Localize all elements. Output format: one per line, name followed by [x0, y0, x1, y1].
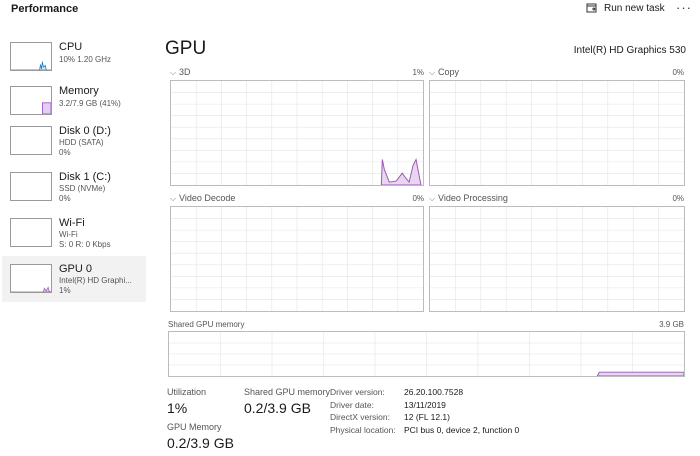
driver-date-label: Driver date:	[330, 400, 374, 410]
shared-memory-usage-area	[596, 371, 684, 376]
utilization-value: 1%	[167, 400, 188, 416]
gpu-memory-value: 0.2/3.9 GB	[167, 435, 234, 451]
driver-date-value: 13/11/2019	[404, 400, 446, 410]
sidebar-item-disk-1[interactable]: Disk 1 (C:) SSD (NVMe) 0%	[2, 164, 146, 210]
shared-memory-graph-max: 3.9 GB	[659, 320, 684, 329]
engine-graph-3d	[170, 80, 424, 186]
engine-percent: 0%	[672, 194, 684, 203]
directx-version-value: 12 (FL 12.1)	[404, 412, 450, 422]
run-new-task-label: Run new task	[604, 2, 665, 14]
disk-1-thumbnail-graph	[10, 172, 52, 201]
graph-gridlines	[171, 207, 423, 311]
engine-selector-video-decode[interactable]: ⌵ Video Decode	[170, 193, 235, 204]
graph-gridlines	[430, 207, 684, 311]
driver-version-value: 26.20.100.7528	[404, 387, 464, 397]
sidebar-item-usage: 0%	[59, 148, 71, 157]
disk-0-thumbnail-graph	[10, 126, 52, 155]
engine-label: 3D	[179, 67, 191, 77]
sidebar-item-throughput: S: 0 R: 0 Kbps	[59, 240, 111, 249]
page-title: GPU	[165, 38, 207, 59]
engine-label: Video Processing	[438, 193, 508, 203]
engine-percent: 0%	[412, 194, 424, 203]
utilization-label: Utilization	[167, 387, 207, 397]
title-bar: Performance Run new task ···	[0, 0, 700, 26]
engine-graph-video-decode	[170, 206, 424, 312]
gpu-0-thumbnail-graph	[10, 264, 52, 293]
engine-percent: 1%	[412, 68, 424, 77]
sidebar-item-label: Disk 1 (C:)	[59, 171, 111, 183]
sidebar-item-detail: Wi-Fi	[59, 230, 78, 239]
sidebar-item-gpu-0[interactable]: GPU 0 Intel(R) HD Graphi... 1%	[2, 256, 146, 302]
sidebar-item-detail: SSD (NVMe)	[59, 184, 106, 193]
sidebar-item-label: Wi-Fi	[59, 217, 85, 229]
engine-selector-copy[interactable]: ⌵ Copy	[429, 67, 459, 78]
sidebar-item-usage: 0%	[59, 194, 71, 203]
sidebar-item-label: CPU	[59, 41, 83, 53]
shared-memory-value: 0.2/3.9 GB	[244, 400, 311, 416]
engine-3d-usage-area	[380, 157, 422, 185]
sidebar-item-detail: 10% 1.20 GHz	[59, 55, 112, 64]
graph-gridlines	[430, 81, 684, 185]
graph-gridlines	[169, 332, 684, 376]
gpu-adapter-name: Intel(R) HD Graphics 530	[573, 45, 686, 56]
engine-label: Video Decode	[179, 193, 236, 203]
run-task-icon	[586, 3, 597, 13]
cpu-thumbnail-graph	[10, 42, 52, 71]
shared-memory-graph-label: Shared GPU memory	[168, 320, 245, 329]
sidebar-item-detail: Intel(R) HD Graphi...	[59, 276, 132, 285]
sidebar-item-usage: 1%	[59, 286, 71, 295]
engine-graph-video-processing	[429, 206, 685, 312]
sidebar-item-detail: 3.2/7.9 GB (41%)	[59, 99, 121, 108]
physical-location-value: PCI bus 0, device 2, function 0	[404, 425, 520, 435]
graph-gridlines	[171, 81, 423, 185]
wifi-thumbnail-graph	[10, 218, 52, 247]
driver-version-label: Driver version:	[330, 387, 385, 397]
shared-memory-graph	[168, 331, 685, 377]
chevron-down-icon: ⌵	[170, 68, 177, 77]
memory-thumbnail-graph	[10, 86, 52, 115]
engine-label: Copy	[438, 67, 460, 77]
engine-percent: 0%	[672, 68, 684, 77]
sidebar-item-wifi[interactable]: Wi-Fi Wi-Fi S: 0 R: 0 Kbps	[2, 210, 146, 256]
run-new-task-button[interactable]: Run new task	[586, 2, 665, 14]
sidebar-item-cpu[interactable]: CPU 10% 1.20 GHz	[2, 34, 146, 80]
directx-version-label: DirectX version:	[330, 412, 390, 422]
sidebar-item-detail: HDD (SATA)	[59, 138, 104, 147]
chevron-down-icon: ⌵	[429, 194, 436, 203]
chevron-down-icon: ⌵	[170, 194, 177, 203]
shared-memory-label: Shared GPU memory	[244, 387, 331, 397]
sidebar-item-label: Memory	[59, 85, 99, 97]
sidebar-item-label: Disk 0 (D:)	[59, 125, 111, 137]
engine-selector-video-processing[interactable]: ⌵ Video Processing	[429, 193, 508, 204]
app-title: Performance	[11, 3, 79, 15]
engine-selector-3d[interactable]: ⌵ 3D	[170, 67, 191, 78]
sidebar-item-disk-0[interactable]: Disk 0 (D:) HDD (SATA) 0%	[2, 118, 146, 164]
physical-location-label: Physical location:	[330, 425, 396, 435]
gpu-memory-label: GPU Memory	[167, 422, 222, 432]
sidebar: CPU 10% 1.20 GHz Memory 3.2/7.9 GB (41%)…	[0, 30, 148, 456]
chevron-down-icon: ⌵	[429, 68, 436, 77]
sidebar-item-label: GPU 0	[59, 263, 93, 275]
more-options-button[interactable]: ···	[676, 0, 692, 15]
engine-graph-copy	[429, 80, 685, 186]
